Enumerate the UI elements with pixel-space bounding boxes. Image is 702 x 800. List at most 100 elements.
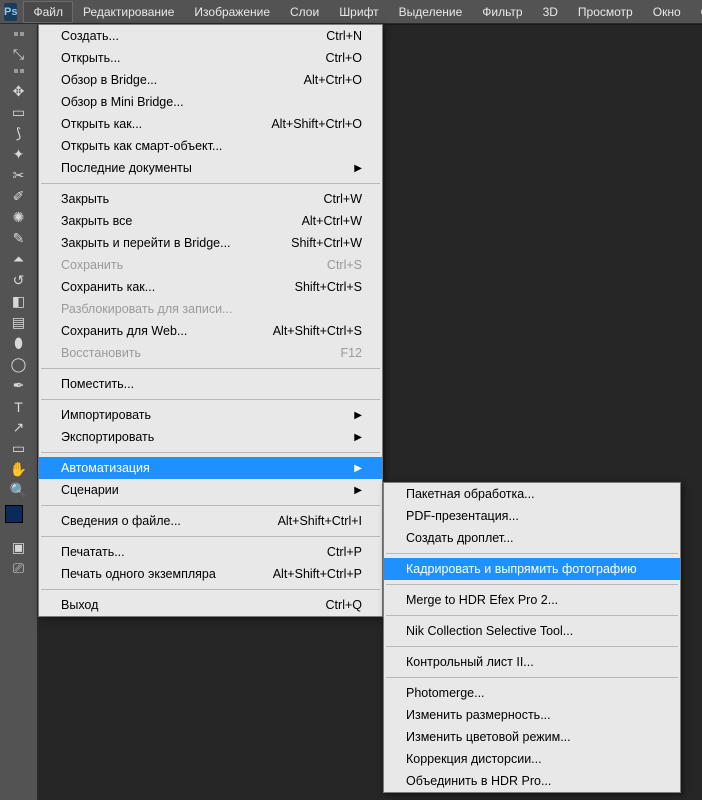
menu-окно[interactable]: Окно: [643, 1, 691, 23]
automate-separator: [386, 615, 678, 616]
hand-tool[interactable]: ✋: [0, 459, 38, 480]
color-swatches[interactable]: [5, 505, 33, 533]
automate-item-0[interactable]: Пакетная обработка...: [384, 483, 680, 505]
file-item-12[interactable]: Сохранить как...Shift+Ctrl+S: [39, 276, 382, 298]
file-item-label: Закрыть все: [61, 214, 132, 228]
automate-separator: [386, 646, 678, 647]
file-item-25[interactable]: Сведения о файле...Alt+Shift+Ctrl+I: [39, 510, 382, 532]
automate-item-6[interactable]: Merge to HDR Efex Pro 2...: [384, 589, 680, 611]
file-item-4[interactable]: Открыть как...Alt+Shift+Ctrl+O: [39, 113, 382, 135]
file-item-17[interactable]: Поместить...: [39, 373, 382, 395]
file-item-shortcut: F12: [340, 346, 362, 360]
automate-item-label: Объединить в HDR Pro...: [406, 774, 551, 788]
marquee-tool[interactable]: ▭: [0, 102, 38, 123]
type-tool[interactable]: T: [0, 396, 38, 417]
automate-item-14[interactable]: Изменить цветовой режим...: [384, 726, 680, 748]
gradient-tool[interactable]: ▤: [0, 312, 38, 333]
lasso-tool[interactable]: ⟆: [0, 123, 38, 144]
file-item-0[interactable]: Создать...Ctrl+N: [39, 25, 382, 47]
palette-grip-2[interactable]: [0, 65, 38, 77]
app-logo[interactable]: Ps: [4, 3, 17, 21]
spot-heal-tool[interactable]: ✺: [0, 207, 38, 228]
submenu-arrow-icon: ▶: [348, 485, 362, 496]
palette-collapse-grip[interactable]: [0, 28, 38, 40]
file-item-shortcut: Ctrl+W: [323, 192, 362, 206]
file-item-9[interactable]: Закрыть всеAlt+Ctrl+W: [39, 210, 382, 232]
file-item-22[interactable]: Автоматизация▶: [39, 457, 382, 479]
file-item-23[interactable]: Сценарии ▶: [39, 479, 382, 501]
automate-item-label: Пакетная обработка...: [406, 487, 535, 501]
file-item-20[interactable]: Экспортировать▶: [39, 426, 382, 448]
file-item-shortcut: Ctrl+P: [327, 545, 362, 559]
automate-item-label: Photomerge...: [406, 686, 485, 700]
menu-файл[interactable]: Файл: [23, 1, 73, 23]
eyedropper-tool[interactable]: ✐: [0, 186, 38, 207]
eraser-tool[interactable]: ◧: [0, 291, 38, 312]
file-item-6[interactable]: Последние документы ▶: [39, 157, 382, 179]
file-item-15: ВосстановитьF12: [39, 342, 382, 364]
automate-item-label: Создать дроплет...: [406, 531, 514, 545]
file-item-label: Последние документы: [61, 161, 192, 175]
automate-item-15[interactable]: Коррекция дисторсии...: [384, 748, 680, 770]
menu-просмотр[interactable]: Просмотр: [568, 1, 643, 23]
path-tool[interactable]: ↗: [0, 417, 38, 438]
file-menu-dropdown: Создать...Ctrl+NОткрыть...Ctrl+OОбзор в …: [38, 24, 383, 617]
file-item-2[interactable]: Обзор в Bridge...Alt+Ctrl+O: [39, 69, 382, 91]
file-item-1[interactable]: Открыть...Ctrl+O: [39, 47, 382, 69]
menu-справка[interactable]: Справка: [691, 1, 702, 23]
file-item-shortcut: Alt+Shift+Ctrl+S: [273, 324, 362, 338]
quickmask-toggle[interactable]: ▣: [0, 537, 38, 558]
file-item-3[interactable]: Обзор в Mini Bridge...: [39, 91, 382, 113]
move-tool-top[interactable]: ⤡: [0, 44, 38, 65]
file-item-27[interactable]: Печатать...Ctrl+P: [39, 541, 382, 563]
screenmode-toggle[interactable]: ⎚: [0, 558, 38, 579]
file-item-5[interactable]: Открыть как смарт-объект...: [39, 135, 382, 157]
menubar: Ps ФайлРедактированиеИзображениеСлоиШриф…: [0, 0, 702, 24]
file-item-28[interactable]: Печать одного экземпляраAlt+Shift+Ctrl+P: [39, 563, 382, 585]
file-separator: [41, 452, 380, 453]
file-item-14[interactable]: Сохранить для Web...Alt+Shift+Ctrl+S: [39, 320, 382, 342]
file-item-label: Сценарии: [61, 483, 119, 497]
stamp-tool[interactable]: ⏶: [0, 249, 38, 270]
shape-tool[interactable]: ▭: [0, 438, 38, 459]
file-item-shortcut: Shift+Ctrl+W: [291, 236, 362, 250]
automate-item-1[interactable]: PDF-презентация...: [384, 505, 680, 527]
automate-item-8[interactable]: Nik Collection Selective Tool...: [384, 620, 680, 642]
menu-редактирование[interactable]: Редактирование: [73, 1, 184, 23]
submenu-arrow-icon: ▶: [348, 163, 362, 174]
file-separator: [41, 399, 380, 400]
file-item-19[interactable]: Импортировать▶: [39, 404, 382, 426]
pen-tool[interactable]: ✒: [0, 375, 38, 396]
file-item-30[interactable]: ВыходCtrl+Q: [39, 594, 382, 616]
automate-item-13[interactable]: Изменить размерность...: [384, 704, 680, 726]
automate-item-2[interactable]: Создать дроплет...: [384, 527, 680, 549]
automate-item-label: PDF-презентация...: [406, 509, 519, 523]
wand-tool[interactable]: ✦: [0, 144, 38, 165]
automate-item-12[interactable]: Photomerge...: [384, 682, 680, 704]
file-item-8[interactable]: ЗакрытьCtrl+W: [39, 188, 382, 210]
menu-фильтр[interactable]: Фильтр: [472, 1, 532, 23]
file-item-10[interactable]: Закрыть и перейти в Bridge...Shift+Ctrl+…: [39, 232, 382, 254]
brush-tool[interactable]: ✎: [0, 228, 38, 249]
menu-слои[interactable]: Слои: [280, 1, 329, 23]
file-item-label: Сохранить: [61, 258, 123, 272]
tool-palette: ⤡ ✥▭⟆✦✂✐✺✎⏶↺◧▤⬮◯✒T↗▭✋🔍 ▣ ⎚: [0, 24, 38, 800]
menu-изображение[interactable]: Изображение: [184, 1, 280, 23]
automate-item-label: Коррекция дисторсии...: [406, 752, 542, 766]
file-separator: [41, 505, 380, 506]
history-brush-tool[interactable]: ↺: [0, 270, 38, 291]
menu-шрифт[interactable]: Шрифт: [329, 1, 388, 23]
menu-выделение[interactable]: Выделение: [389, 1, 473, 23]
automate-item-16[interactable]: Объединить в HDR Pro...: [384, 770, 680, 792]
automate-item-4[interactable]: Кадрировать и выпрямить фотографию: [384, 558, 680, 580]
foreground-color[interactable]: [5, 505, 23, 523]
crop-tool[interactable]: ✂: [0, 165, 38, 186]
move-tool[interactable]: ✥: [0, 81, 38, 102]
automate-item-label: Изменить цветовой режим...: [406, 730, 571, 744]
file-item-shortcut: Ctrl+Q: [326, 598, 362, 612]
automate-item-10[interactable]: Контрольный лист II...: [384, 651, 680, 673]
menu-3d[interactable]: 3D: [533, 1, 568, 23]
blur-tool[interactable]: ⬮: [0, 333, 38, 354]
dodge-tool[interactable]: ◯: [0, 354, 38, 375]
zoom-tool[interactable]: 🔍: [0, 480, 38, 501]
